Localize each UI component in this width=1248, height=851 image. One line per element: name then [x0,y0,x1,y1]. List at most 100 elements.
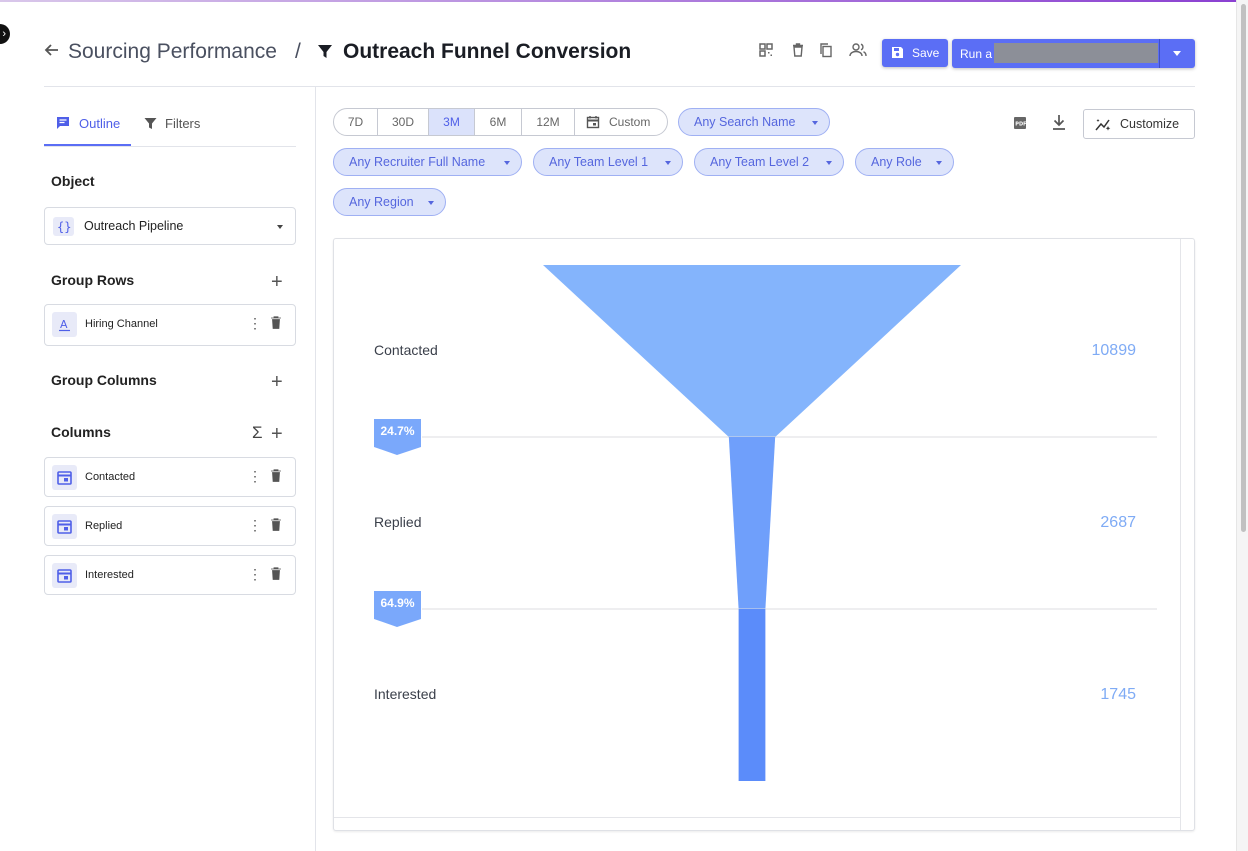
outline-icon [56,116,70,133]
range-30d[interactable]: 30D [378,109,429,135]
more-options-icon[interactable]: ⋮ [248,567,262,581]
column-label: Interested [85,569,134,581]
range-6m[interactable]: 6M [475,109,522,135]
funnel-icon [317,44,333,65]
column-item[interactable]: Interested ⋮ [44,555,296,595]
chip-label: Any Search Name [694,115,796,129]
stage-label: Replied [374,514,421,530]
customize-button[interactable]: Customize [1083,109,1195,139]
recruiter-filter[interactable]: Any Recruiter Full Name [333,148,522,176]
range-12m[interactable]: 12M [522,109,575,135]
save-icon [891,46,904,62]
customize-label: Customize [1120,117,1180,131]
run-label: Run a [960,47,993,61]
top-accent-line [0,0,1248,2]
delete-icon[interactable] [270,316,282,334]
range-3m[interactable]: 3M [429,109,475,135]
range-custom-label: Custom [609,115,651,129]
range-custom[interactable]: Custom [575,109,667,135]
svg-text:A: A [60,318,68,331]
chip-label: Any Team Level 2 [710,155,810,169]
chevron-down-icon [665,161,671,165]
team-level-1-filter[interactable]: Any Team Level 1 [533,148,683,176]
delete-icon[interactable] [270,469,282,487]
column-label: Replied [85,520,123,532]
more-options-icon[interactable]: ⋮ [248,469,262,483]
run-button[interactable]: Run a [952,39,1195,68]
add-group-row-icon[interactable]: + [271,272,283,292]
sigma-icon[interactable]: Σ [252,423,263,443]
chip-label: Any Role [871,155,922,169]
back-arrow-icon[interactable] [44,42,60,63]
team-level-2-filter[interactable]: Any Team Level 2 [694,148,844,176]
page-scrollbar[interactable] [1236,0,1248,851]
save-button[interactable]: Save [882,39,948,67]
run-button-divider [1159,39,1160,68]
chip-label: Any Region [349,195,414,209]
collapse-panel-icon[interactable]: › [0,24,10,44]
stage-value: 2687 [1100,514,1136,531]
columns-title: Columns [51,424,111,440]
add-column-icon[interactable]: + [271,424,283,444]
calendar-icon [52,563,77,588]
stage-label: Interested [374,686,436,702]
date-range-selector: 7D 30D 3M 6M 12M Custom [333,108,668,136]
people-icon[interactable] [849,42,871,64]
qr-code-icon[interactable] [758,42,780,64]
run-options-caret-icon[interactable] [1173,51,1181,56]
scrollbar-thumb[interactable] [1241,4,1246,532]
page-title: Outreach Funnel Conversion [343,40,632,63]
stage-value: 1745 [1100,686,1136,703]
chevron-down-icon [428,201,434,205]
filter-icon [144,117,157,133]
svg-text:PDF: PDF [1015,122,1026,128]
chevron-down-icon [812,121,818,125]
column-label: Contacted [85,471,136,483]
left-panel: Outline Filters Object {} Outreach Pipel… [44,88,296,851]
range-7d[interactable]: 7D [334,109,378,135]
breadcrumb-separator: / [295,40,301,63]
chevron-down-icon [277,225,283,229]
tabs-divider [44,146,296,147]
add-group-column-icon[interactable]: + [271,372,283,392]
role-filter[interactable]: Any Role [855,148,954,176]
conversion-label: 64.9% [380,596,414,610]
panel-divider [315,87,316,851]
column-item[interactable]: Contacted ⋮ [44,457,296,497]
funnel-stage-interested [738,609,766,781]
tab-filters-label: Filters [165,116,201,131]
save-label: Save [912,46,940,60]
funnel-stage-replied [728,437,776,609]
funnel-chart-container: Contacted 10899 24.7% Replied 2687 64.9% Inter… [333,238,1195,831]
more-options-icon[interactable]: ⋮ [248,316,262,330]
delete-icon[interactable] [270,567,282,585]
group-rows-title: Group Rows [51,272,135,288]
chip-label: Any Team Level 1 [549,155,649,169]
conversion-label: 24.7% [380,424,414,438]
tab-outline-label: Outline [79,116,121,131]
more-options-icon[interactable]: ⋮ [248,518,262,532]
pdf-export-icon[interactable]: PDF [1012,115,1028,136]
funnel-stage-contacted [543,265,961,437]
region-filter[interactable]: Any Region [333,188,446,216]
stage-label: Contacted [374,342,438,358]
chevron-down-icon [504,161,510,165]
object-section-title: Object [51,173,95,189]
column-item[interactable]: Replied ⋮ [44,506,296,546]
delete-icon[interactable] [270,518,282,536]
redacted-text [994,43,1158,63]
group-row-item[interactable]: A Hiring Channel ⋮ [44,304,296,346]
object-select[interactable]: {} Outreach Pipeline [44,207,296,245]
chart-vertical-scrollbar[interactable] [1180,239,1181,830]
object-select-value: Outreach Pipeline [84,219,184,233]
trash-icon[interactable] [790,42,812,64]
chevron-down-icon [826,161,832,165]
chart-horizontal-scrollbar[interactable] [334,817,1180,818]
search-name-filter[interactable]: Any Search Name [678,108,830,136]
copy-icon[interactable] [818,42,840,64]
download-icon[interactable] [1051,114,1067,136]
calendar-icon [52,514,77,539]
breadcrumb[interactable]: Sourcing Performance [68,40,277,64]
group-row-label: Hiring Channel [85,318,158,330]
chip-label: Any Recruiter Full Name [349,155,486,169]
